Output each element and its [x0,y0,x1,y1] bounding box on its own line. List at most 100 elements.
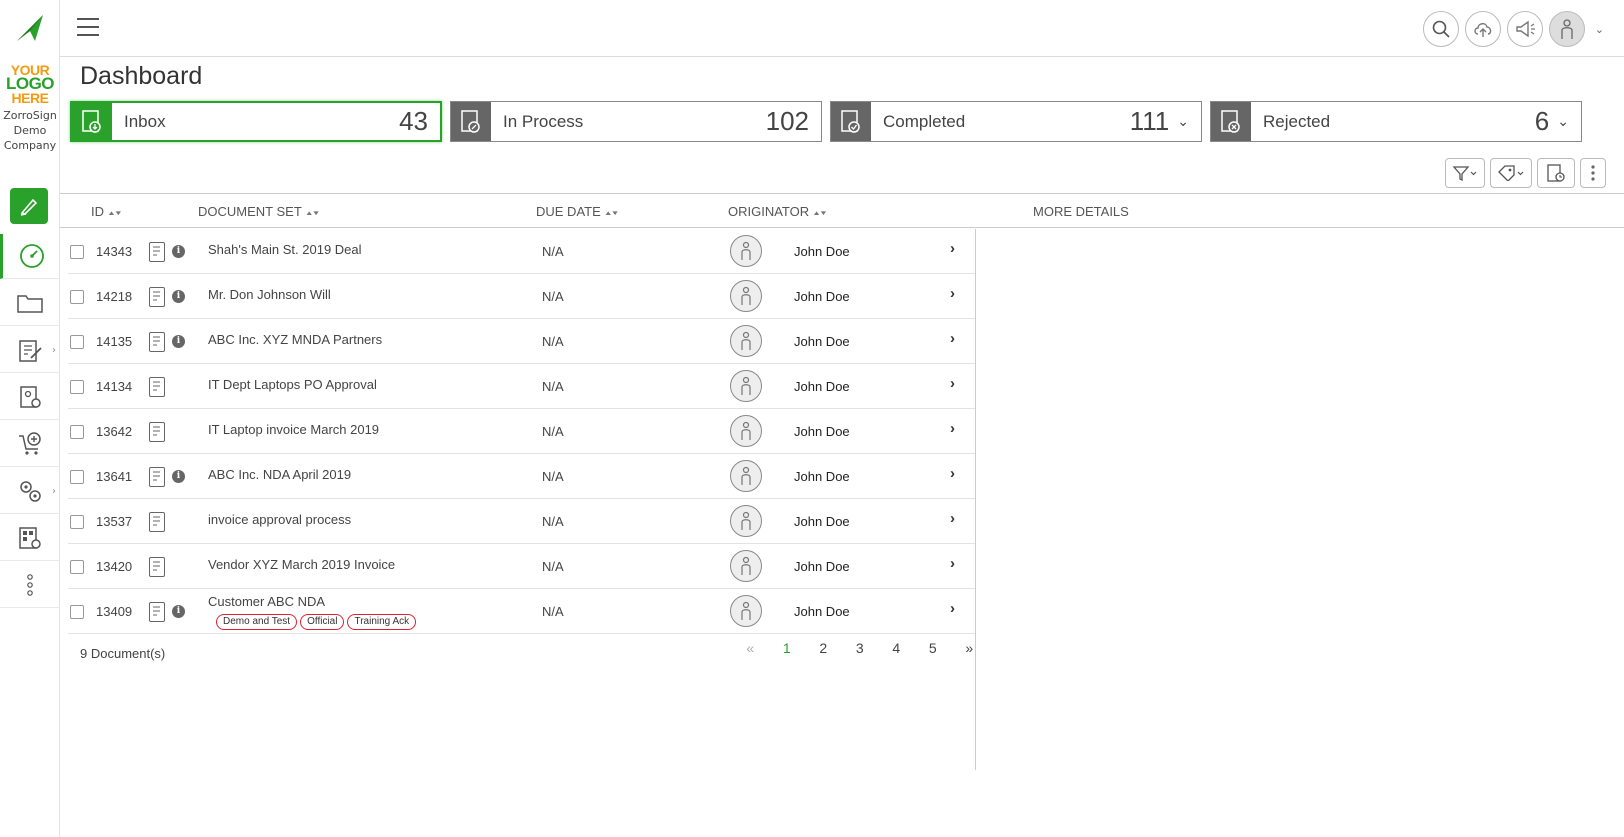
chevron-right-icon[interactable]: › [950,465,955,482]
rejected-card[interactable]: Rejected 6 ⌄ [1210,101,1582,142]
menu-toggle-icon[interactable] [77,18,99,38]
info-icon[interactable]: i [172,605,185,618]
row-checkbox[interactable] [70,380,84,394]
info-icon[interactable]: i [172,245,185,258]
page-prev[interactable]: « [732,640,769,656]
column-header-more-details: MORE DETAILS [1033,204,1129,219]
chevron-right-icon[interactable]: › [950,240,955,257]
completed-card[interactable]: Completed 111 ⌄ [830,101,1202,142]
workflow-document-icon [149,557,165,577]
table-row[interactable]: 13642 IT Laptop invoice March 2019 N/A J… [68,409,975,454]
due-date: N/A [542,559,564,574]
upload-button[interactable] [1464,11,1501,47]
row-checkbox[interactable] [70,515,84,529]
sidebar-item-more[interactable] [0,563,60,608]
sidebar-item-purchase[interactable] [0,422,60,467]
more-options-button[interactable] [1580,158,1606,188]
originator-avatar [730,460,762,492]
row-checkbox[interactable] [70,335,84,349]
table-row[interactable]: 14218 i Mr. Don Johnson Will N/A John Do… [68,274,975,319]
sidebar-item-documents[interactable] [0,281,60,326]
info-icon[interactable]: i [172,470,185,483]
announcements-button[interactable] [1506,11,1543,47]
row-checkbox[interactable] [70,560,84,574]
in-process-card[interactable]: In Process 102 [450,101,822,142]
document-name[interactable]: Vendor XYZ March 2019 Invoice [208,557,395,572]
sidebar-item-admin[interactable]: › [0,469,60,514]
document-icon [149,287,165,307]
chevron-right-icon[interactable]: › [950,510,955,527]
column-header-id[interactable]: ID ▲▼ [91,204,123,219]
document-name[interactable]: Mr. Don Johnson Will [208,287,331,302]
top-actions: ⌄ [1422,11,1604,47]
info-icon[interactable]: i [172,290,185,303]
tag-button[interactable] [1490,158,1532,188]
chevron-down-icon[interactable]: ⌄ [1177,114,1189,130]
sidebar-item-templates[interactable]: › [0,328,60,373]
sidebar-item-qr[interactable] [0,516,60,561]
column-header-due-date[interactable]: DUE DATE ▲▼ [536,204,620,219]
audit-button[interactable] [1537,158,1575,188]
chevron-right-icon[interactable]: › [950,600,955,617]
table-row[interactable]: 13641 i ABC Inc. NDA April 2019 N/A John… [68,454,975,499]
user-avatar-button[interactable] [1548,11,1585,47]
row-checkbox[interactable] [70,290,84,304]
sign-document-button[interactable] [10,188,48,224]
table-row[interactable]: 14135 i ABC Inc. XYZ MNDA Partners N/A J… [68,319,975,364]
table-row[interactable]: 13409 i Customer ABC NDA Demo and Test O… [68,589,975,634]
chevron-right-icon[interactable]: › [950,330,955,347]
document-name[interactable]: IT Dept Laptops PO Approval [208,377,377,392]
card-count: 6 [1534,106,1550,136]
row-checkbox[interactable] [70,470,84,484]
chevron-right-icon[interactable]: › [950,420,955,437]
page-3[interactable]: 3 [842,640,879,656]
chevron-down-icon[interactable]: ⌄ [1595,23,1604,36]
search-button[interactable] [1422,11,1459,47]
document-name[interactable]: invoice approval process [208,512,351,527]
zorrosign-logo[interactable] [0,0,60,56]
document-name[interactable]: Customer ABC NDA [208,594,325,609]
chevron-down-icon[interactable]: ⌄ [1557,114,1569,130]
page-next[interactable]: » [951,640,988,656]
filter-button[interactable] [1445,158,1485,188]
column-header-document-set[interactable]: DOCUMENT SET ▲▼ [198,204,321,219]
row-id: 13420 [96,559,133,574]
tag-badge[interactable]: Demo and Test [216,614,298,630]
workflow-document-icon [149,377,165,397]
search-icon [1432,20,1450,38]
document-name[interactable]: ABC Inc. NDA April 2019 [208,467,351,482]
inbox-card[interactable]: Inbox 43 [70,101,442,142]
page-5[interactable]: 5 [915,640,952,656]
table-row[interactable]: 14134 IT Dept Laptops PO Approval N/A Jo… [68,364,975,409]
row-checkbox[interactable] [70,425,84,439]
table-row[interactable]: 14343 i Shah's Main St. 2019 Deal N/A Jo… [68,229,975,274]
card-label: In Process [503,111,584,131]
row-checkbox[interactable] [70,605,84,619]
row-id: 14134 [96,379,133,394]
filter-icon [1452,166,1477,181]
document-name[interactable]: Shah's Main St. 2019 Deal [208,242,362,257]
status-cards: Inbox 43 In Process 102 Completed 111 ⌄ … [70,101,1590,143]
card-count: 111 [1129,106,1170,136]
table-row[interactable]: 13537 invoice approval process N/A John … [68,499,975,544]
row-checkbox[interactable] [70,245,84,259]
more-vertical-icon [27,574,33,596]
column-header-originator[interactable]: ORIGINATOR ▲▼ [728,204,828,219]
page-4[interactable]: 4 [878,640,915,656]
card-count: 43 [399,106,428,136]
tag-badge[interactable]: Training Ack [347,614,417,630]
document-name[interactable]: IT Laptop invoice March 2019 [208,422,379,437]
document-name[interactable]: ABC Inc. XYZ MNDA Partners [208,332,382,347]
chevron-right-icon[interactable]: › [950,285,955,302]
chevron-right-icon[interactable]: › [950,555,955,572]
table-row[interactable]: 13420 Vendor XYZ March 2019 Invoice N/A … [68,544,975,589]
chevron-right-icon[interactable]: › [950,375,955,392]
tag-badge[interactable]: Official [300,614,345,630]
left-sidebar: YOUR LOGO HERE ZorroSign Demo Company › [0,0,60,837]
info-icon[interactable]: i [172,335,185,348]
qr-settings-icon [19,527,41,549]
sidebar-item-dashboard[interactable] [0,234,60,279]
page-2[interactable]: 2 [805,640,842,656]
page-1[interactable]: 1 [769,640,806,656]
sidebar-item-document-settings[interactable] [0,375,60,420]
